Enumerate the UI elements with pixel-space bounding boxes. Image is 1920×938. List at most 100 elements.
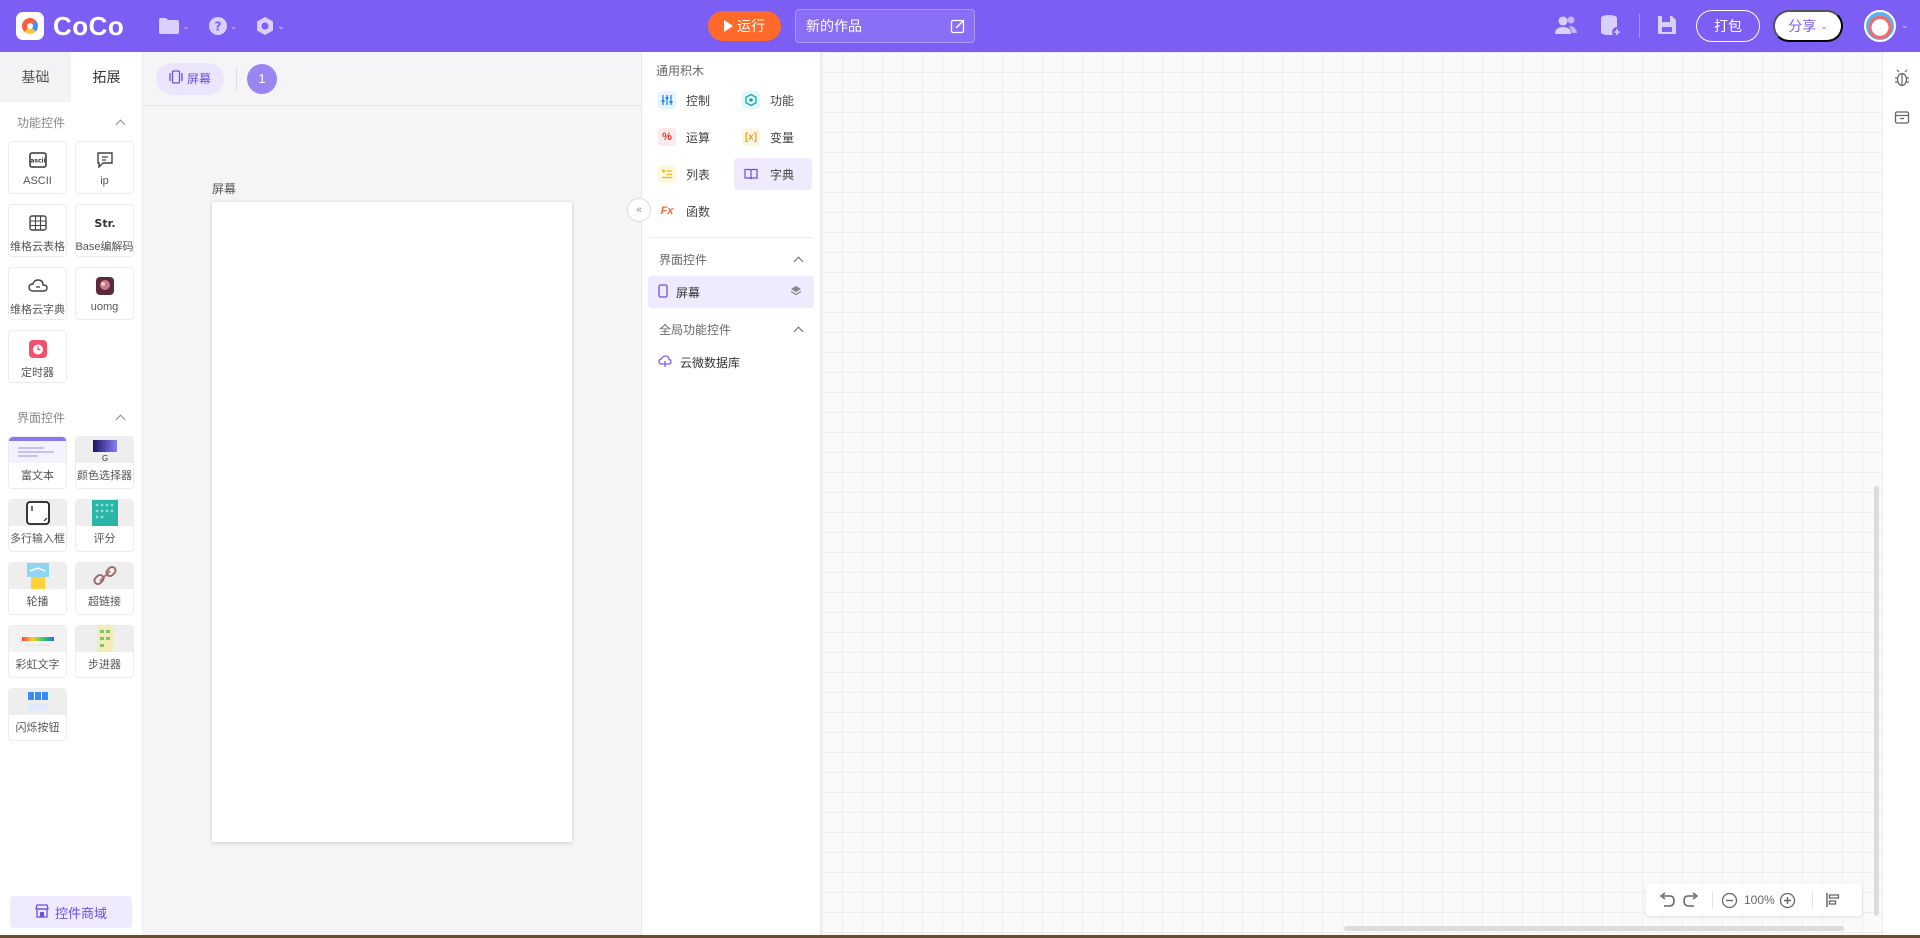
section-title: 界面控件 (659, 252, 708, 267)
chevron-up-icon (793, 256, 804, 266)
phone-screen-canvas[interactable] (212, 202, 572, 842)
widget-shop-button[interactable]: 控件商域 (10, 896, 132, 928)
tab-extension[interactable]: 拓展 (71, 52, 142, 102)
link-thumbnail (76, 563, 133, 589)
user-avatar[interactable] (1864, 10, 1896, 42)
app-logo[interactable]: CoCo (16, 11, 124, 42)
settings-menu-button[interactable]: ⌄ (255, 16, 285, 36)
bug-icon[interactable] (1894, 69, 1910, 87)
edit-icon[interactable] (950, 18, 966, 34)
project-title-input[interactable]: 新的作品 (795, 9, 975, 43)
blink-button-thumbnail (9, 689, 66, 715)
color-picker-thumbnail: G (76, 437, 133, 463)
stepper-thumbnail (76, 626, 133, 652)
ip-icon (93, 149, 117, 171)
widget-label: 轮播 (26, 596, 49, 608)
screens-icon (169, 70, 183, 87)
widget-vika-table[interactable]: 维格云表格 (8, 204, 67, 257)
widget-blink-button[interactable]: 闪烁按钮 (8, 688, 67, 741)
textarea-thumbnail (9, 500, 66, 526)
book-icon (742, 165, 760, 183)
block-category-list[interactable]: 列表 (650, 158, 728, 190)
section-title: 功能控件 (17, 115, 66, 130)
zoom-out-icon[interactable] (1721, 892, 1738, 909)
block-code-canvas[interactable] (822, 52, 1882, 938)
chevron-down-icon: ⌄ (229, 20, 238, 31)
block-category-function[interactable]: 功能 (734, 84, 812, 116)
widget-ascii[interactable]: ascii ASCII (8, 141, 67, 194)
store-icon[interactable] (1894, 109, 1910, 125)
ui-control-screen[interactable]: 屏幕 (648, 276, 814, 308)
stage-area: 屏幕 1 屏幕 (144, 52, 641, 938)
screen-list-button[interactable]: 屏幕 (156, 62, 224, 95)
global-control-cloud-db[interactable]: 云微数据库 (648, 346, 814, 378)
phone-icon (658, 283, 668, 301)
ui-widgets-header[interactable]: 界面控件 (0, 405, 142, 429)
widget-panel: 基础 拓展 功能控件 ascii ASCII ip 维格云表格 Str. Bas… (0, 52, 143, 938)
widget-rainbow-text[interactable]: 彩虹文字 (8, 625, 67, 678)
block-category-control[interactable]: 控制 (650, 84, 728, 116)
block-category-variable[interactable]: [x] 变量 (734, 121, 812, 153)
function-widget-grid: ascii ASCII ip 维格云表格 Str. Base编解码 维格云字典 … (0, 134, 142, 383)
block-category-dictionary[interactable]: 字典 (734, 158, 812, 190)
screen-number-badge[interactable]: 1 (247, 63, 277, 94)
tab-basic[interactable]: 基础 (0, 52, 71, 102)
pack-button[interactable]: 打包 (1696, 10, 1760, 42)
vertical-scrollbar[interactable] (1874, 486, 1879, 916)
layers-icon[interactable] (790, 285, 802, 300)
ui-controls-header[interactable]: 界面控件 (642, 242, 820, 276)
share-button[interactable]: 分享 ⌄ (1773, 10, 1843, 42)
file-menu-button[interactable]: ⌄ (158, 17, 190, 35)
widget-label: 维格云字典 (10, 304, 65, 316)
zoom-in-icon[interactable] (1779, 892, 1796, 909)
divider (1712, 891, 1713, 909)
widget-rating[interactable]: 评分 (75, 499, 134, 552)
chevron-down-icon[interactable]: ⌄ (1901, 20, 1909, 31)
align-blocks-icon[interactable] (1825, 892, 1841, 908)
widget-base-codec[interactable]: Str. Base编解码 (75, 204, 134, 257)
widget-rich-text[interactable]: 富文本 (8, 436, 67, 489)
undo-icon[interactable] (1658, 892, 1676, 908)
section-title: 全局功能控件 (659, 322, 732, 337)
right-tool-rail (1882, 52, 1920, 938)
widget-stepper[interactable]: 步进器 (75, 625, 134, 678)
widget-hyperlink[interactable]: 超链接 (75, 562, 134, 615)
redo-icon[interactable] (1682, 892, 1700, 908)
collapse-panel-button[interactable]: « (627, 198, 651, 222)
widget-uomg[interactable]: uomg (75, 267, 134, 320)
str-icon: Str. (93, 212, 117, 234)
block-category-label: 变量 (770, 130, 795, 145)
widget-label: 多行输入框 (10, 533, 65, 545)
widget-carousel[interactable]: 轮播 (8, 562, 67, 615)
global-controls-header[interactable]: 全局功能控件 (642, 312, 820, 346)
help-menu-button[interactable]: ? ⌄ (208, 16, 238, 36)
block-category-operator[interactable]: % 运算 (650, 121, 728, 153)
cloud-database-icon (658, 354, 672, 371)
block-category-math-function[interactable]: Fx 函数 (650, 195, 728, 227)
collaborators-icon[interactable] (1554, 14, 1578, 36)
widget-ip[interactable]: ip (75, 141, 134, 194)
widget-timer[interactable]: 定时器 (8, 330, 67, 383)
svg-text:Str.: Str. (94, 217, 115, 230)
widget-label: 富文本 (21, 470, 54, 482)
function-hex-icon (742, 91, 760, 109)
rich-text-thumbnail (9, 437, 66, 463)
table-icon (26, 212, 50, 234)
database-icon[interactable] (1599, 14, 1623, 38)
shop-icon (35, 903, 49, 921)
widget-multiline-input[interactable]: 多行输入框 (8, 499, 67, 552)
help-icon: ? (208, 17, 227, 35)
zoom-level: 100% (1744, 893, 1775, 907)
block-category-label: 字典 (770, 167, 795, 182)
run-button[interactable]: 运行 (708, 11, 781, 41)
function-widgets-header[interactable]: 功能控件 (0, 110, 142, 134)
widget-color-picker[interactable]: G 颜色选择器 (75, 436, 134, 489)
canvas-label: 屏幕 (212, 182, 237, 196)
save-icon[interactable] (1656, 14, 1678, 36)
horizontal-scrollbar[interactable] (1344, 926, 1844, 931)
widget-vika-dict[interactable]: 维格云字典 (8, 267, 67, 320)
share-label: 分享 (1788, 18, 1817, 34)
top-toolbar: CoCo ⌄ ? ⌄ ⌄ 运行 新的作品 打包 分享 ⌄ ⌄ (0, 0, 1920, 52)
chevron-up-icon (115, 414, 126, 424)
block-category-label: 功能 (770, 93, 795, 108)
